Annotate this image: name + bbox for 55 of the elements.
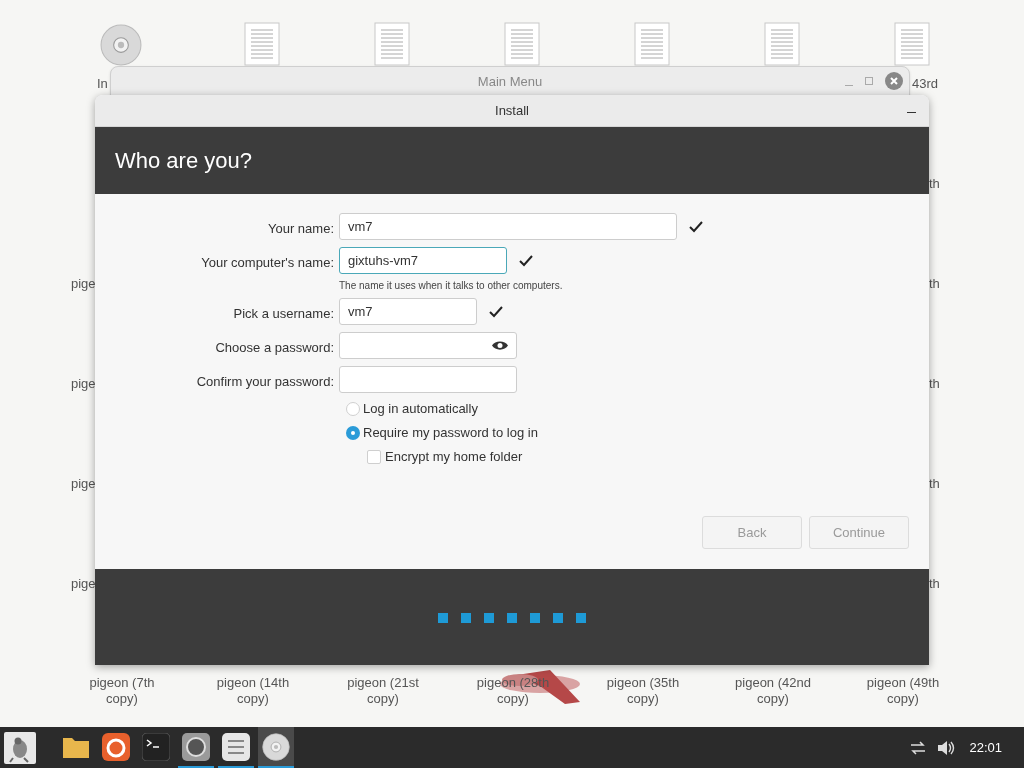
window-title: Install — [495, 101, 529, 120]
icon-label: pigeon (14th copy) — [215, 675, 291, 707]
network-icon[interactable] — [909, 739, 928, 756]
fox-icon[interactable] — [102, 732, 130, 761]
icon-label: pigeon (42nd copy) — [734, 675, 812, 707]
icon-label: th — [929, 575, 940, 593]
field-label: Your name: — [267, 220, 335, 238]
icon-label: th — [929, 475, 940, 493]
taskbar-app[interactable] — [258, 727, 294, 768]
hint-text: The name it uses when it talks to other computers. — [339, 279, 563, 293]
icon-label: pige — [71, 475, 96, 493]
icon-label: pigeon (28th copy) — [475, 675, 551, 707]
field-label: Choose a password: — [214, 339, 335, 357]
radio-option[interactable]: Require my password to log in — [346, 425, 929, 441]
page-heading: Who are you? — [115, 147, 252, 175]
icon-label: th — [929, 275, 940, 293]
terminal-icon[interactable] — [142, 732, 170, 761]
icon-label: pigeon (49th copy) — [865, 675, 941, 707]
volume-icon[interactable] — [937, 739, 956, 756]
icon-label: th — [929, 175, 940, 193]
check-icon — [489, 305, 503, 318]
check-icon — [519, 254, 533, 267]
icon-label: 43rd — [912, 75, 939, 93]
chat-icon[interactable] — [182, 732, 210, 761]
text-field[interactable] — [339, 332, 517, 359]
field-label: Confirm your password: — [195, 373, 335, 391]
checkbox[interactable] — [367, 450, 381, 464]
window-title: Main Menu — [477, 73, 543, 92]
field-label: Pick a username: — [232, 305, 335, 323]
checkbox-option[interactable]: Encrypt my home folder — [346, 449, 929, 465]
text-field[interactable]: gixtuhs-vm7 — [339, 247, 507, 274]
icon-label: th — [929, 375, 940, 393]
clock[interactable]: 22:01 — [969, 737, 1002, 758]
icon-label: pigeon (21st copy) — [346, 675, 420, 707]
check-icon — [689, 220, 703, 233]
minimize-icon[interactable] — [845, 84, 853, 86]
icon-label: pigeon (35th copy) — [605, 675, 681, 707]
maximize-icon[interactable] — [865, 77, 873, 85]
list-icon[interactable] — [222, 732, 250, 761]
icon-label: pige — [71, 375, 96, 393]
icon-label: pige — [71, 575, 96, 593]
start-icon[interactable] — [4, 731, 36, 764]
radio-icon[interactable] — [346, 402, 360, 416]
close-icon[interactable] — [885, 72, 903, 90]
eye-icon[interactable] — [492, 340, 508, 351]
radio-icon[interactable] — [346, 426, 360, 440]
icon-label: pigeon (7th copy) — [88, 675, 156, 707]
icon-label: pige — [71, 275, 96, 293]
radio-option[interactable]: Log in automatically — [346, 401, 929, 417]
field-label: Your computer's name: — [200, 254, 335, 272]
icon-label: In — [97, 75, 108, 93]
text-field[interactable] — [339, 366, 517, 393]
text-field[interactable]: vm7 — [339, 298, 477, 325]
text-field[interactable]: vm7 — [339, 213, 677, 240]
disc-icon — [262, 732, 290, 761]
